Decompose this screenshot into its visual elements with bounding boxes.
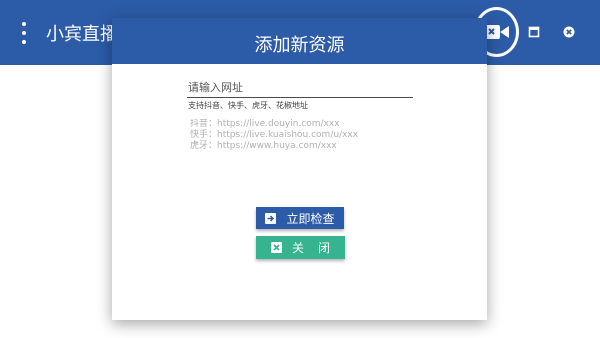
check-now-label: 立即检查 bbox=[286, 211, 335, 226]
check-now-button[interactable]: 立即检查 bbox=[256, 207, 344, 229]
close-dialog-button[interactable]: 关闭 bbox=[256, 236, 345, 259]
dialog-header: 添加新资源 bbox=[112, 18, 487, 64]
example-urls: 抖音：https://live.douyin.com/xxx 快手：https:… bbox=[190, 119, 430, 157]
example-url-kuaishou: 快手：https://live.kuaishou.com/u/xxx bbox=[190, 130, 359, 140]
close-circle-icon[interactable] bbox=[563, 26, 575, 38]
supported-platforms-hint: 支持抖音、快手、虎牙、花椒地址 bbox=[188, 101, 308, 110]
arrow-right-box-icon bbox=[265, 212, 277, 224]
app-title: 小宾直播 bbox=[46, 24, 118, 45]
example-url-huya: 虎牙：https://www.huya.com/xxx bbox=[190, 141, 337, 151]
maximize-icon[interactable] bbox=[528, 26, 540, 38]
close-box-icon bbox=[270, 242, 282, 253]
dialog-title: 添加新资源 bbox=[254, 35, 345, 56]
example-url-douyin: 抖音：https://live.douyin.com/xxx bbox=[190, 119, 340, 129]
url-input[interactable] bbox=[187, 78, 413, 98]
add-resource-dialog: 添加新资源 支持抖音、快手、虎牙、花椒地址 抖音：https://live.do… bbox=[112, 18, 487, 320]
close-label: 关闭 bbox=[291, 241, 344, 255]
more-vert-icon[interactable] bbox=[19, 22, 29, 44]
